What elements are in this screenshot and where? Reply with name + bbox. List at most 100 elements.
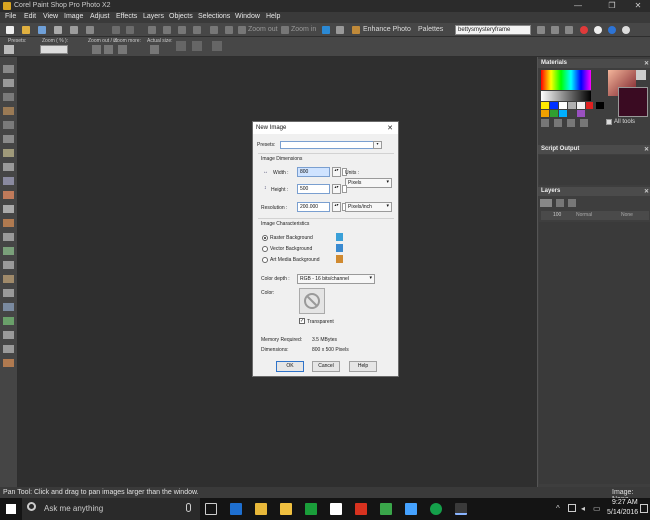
windows-start-icon[interactable]	[6, 504, 16, 514]
new-layer-icon[interactable]	[540, 199, 552, 207]
new-file-icon[interactable]	[6, 26, 14, 34]
zoom-out-small-icon[interactable]	[92, 45, 101, 54]
menu-file[interactable]: File	[5, 13, 16, 20]
scan-icon[interactable]	[86, 26, 94, 34]
picture-tube-icon[interactable]	[3, 289, 14, 297]
straighten-tool-icon[interactable]	[3, 107, 14, 115]
learning-center-icon[interactable]	[322, 26, 330, 34]
layer-group-icon[interactable]	[556, 199, 564, 207]
fit-image-icon[interactable]	[192, 41, 202, 51]
pan-tool-icon[interactable]	[3, 65, 14, 73]
resolution-input[interactable]: 200.000	[297, 202, 330, 212]
cut-icon[interactable]	[148, 26, 156, 34]
swatch-orange[interactable]	[541, 110, 549, 117]
menu-effects[interactable]: Effects	[116, 13, 137, 20]
units-select[interactable]: Pixels	[345, 178, 392, 188]
opacity-value[interactable]: 100	[553, 212, 561, 218]
color-depth-select[interactable]: RGB - 16 bits/channel	[297, 274, 375, 284]
swatch-cyan[interactable]	[559, 110, 567, 117]
move-tool-icon[interactable]	[3, 135, 14, 143]
tools-dropdown-icon[interactable]	[336, 26, 344, 34]
task-view-icon[interactable]	[205, 503, 217, 515]
open-file-icon[interactable]	[22, 26, 30, 34]
raster-background-radio[interactable]	[262, 235, 268, 241]
action-center-icon[interactable]	[640, 504, 648, 513]
redo-icon[interactable]	[126, 26, 134, 34]
menu-image[interactable]: Image	[64, 13, 83, 20]
all-tools-checkbox[interactable]	[606, 119, 612, 125]
crop-tool-icon[interactable]	[3, 121, 14, 129]
paint-shop-pro-taskbar-icon[interactable]	[455, 503, 467, 515]
art-media-background-label[interactable]: Art Media Background	[270, 257, 319, 263]
zoom-input[interactable]	[40, 45, 68, 54]
material-pattern-icon[interactable]	[567, 119, 575, 127]
grammarly-icon[interactable]	[430, 503, 442, 515]
swatch-yellow[interactable]	[541, 102, 549, 109]
resolution-spinner[interactable]: ▴▾	[332, 202, 341, 212]
blend-none-value[interactable]: None	[621, 212, 633, 218]
file-explorer-icon[interactable]	[255, 503, 267, 515]
messaging-icon[interactable]	[380, 503, 392, 515]
preset-shape-icon[interactable]	[3, 317, 14, 325]
freehand-selection-icon[interactable]	[3, 163, 14, 171]
volume-icon[interactable]: ◂	[581, 504, 585, 513]
save-icon[interactable]	[38, 26, 46, 34]
vector-background-radio[interactable]	[262, 246, 268, 252]
maximize-button[interactable]: ❐	[602, 1, 622, 11]
width-input[interactable]: 800	[297, 167, 330, 177]
height-input[interactable]: 500	[297, 184, 330, 194]
flip-icon[interactable]	[225, 26, 233, 34]
workspace-load-icon[interactable]	[537, 26, 545, 34]
swatch-light[interactable]	[577, 102, 585, 109]
dialog-close-button[interactable]: ✕	[387, 124, 393, 132]
stop-icon[interactable]	[580, 26, 588, 34]
clone-brush-icon[interactable]	[3, 233, 14, 241]
network-icon[interactable]: ▭	[593, 504, 601, 513]
resolution-unit-select[interactable]: Pixels/inch	[345, 202, 392, 212]
zoom-out-button[interactable]: Zoom out	[248, 26, 278, 33]
swatch-gray[interactable]	[568, 102, 576, 109]
dodge-brush-icon[interactable]	[3, 247, 14, 255]
help-button[interactable]: Help	[349, 361, 377, 372]
swatch-purple[interactable]	[577, 110, 585, 117]
vector-background-label[interactable]: Vector Background	[270, 246, 312, 252]
fit-window-icon[interactable]	[176, 41, 186, 51]
dropper-tool-icon[interactable]	[3, 191, 14, 199]
warp-brush-icon[interactable]	[3, 345, 14, 353]
deform-tool-icon[interactable]	[3, 93, 14, 101]
copy-icon[interactable]	[163, 26, 171, 34]
clock-date[interactable]: 5/14/2016	[607, 509, 638, 516]
material-texture-icon[interactable]	[554, 119, 562, 127]
zoom-in-icon[interactable]	[281, 26, 289, 34]
transparent-label[interactable]: Transparent	[307, 319, 334, 325]
script-output-close-icon[interactable]: ✕	[644, 146, 649, 155]
workspace-save-icon[interactable]	[551, 26, 559, 34]
workspace-select[interactable]: bettysmysteryframe	[455, 25, 531, 35]
script-output-area[interactable]	[539, 155, 650, 185]
art-media-background-radio[interactable]	[262, 257, 268, 263]
store-icon[interactable]	[330, 503, 342, 515]
search-box[interactable]: Ask me anything	[22, 498, 200, 520]
microphone-icon[interactable]	[186, 503, 191, 512]
eraser-tool-icon[interactable]	[3, 261, 14, 269]
run-icon[interactable]	[594, 26, 602, 34]
rotate-icon[interactable]	[210, 26, 218, 34]
presets-icon[interactable]	[4, 45, 14, 54]
palettes-menu[interactable]: Palettes	[418, 26, 443, 33]
menu-help[interactable]: Help	[266, 13, 280, 20]
show-hidden-icons[interactable]: ^	[556, 504, 560, 513]
swatch-black[interactable]	[596, 102, 604, 109]
zoom-more-icon[interactable]	[118, 45, 127, 54]
overview-icon[interactable]	[212, 41, 222, 51]
text-tool-icon[interactable]	[3, 303, 14, 311]
menu-objects[interactable]: Objects	[169, 13, 193, 20]
enhance-photo-icon[interactable]	[352, 26, 360, 34]
pen-tool-icon[interactable]	[3, 331, 14, 339]
minimize-button[interactable]: —	[568, 1, 588, 11]
raster-background-label[interactable]: Raster Background	[270, 235, 313, 241]
background-color-swatch[interactable]	[299, 288, 325, 314]
menu-layers[interactable]: Layers	[143, 13, 164, 20]
grayscale-ramp[interactable]	[541, 91, 591, 101]
cancel-button[interactable]: Cancel	[312, 361, 340, 372]
selection-tool-icon[interactable]	[3, 149, 14, 157]
